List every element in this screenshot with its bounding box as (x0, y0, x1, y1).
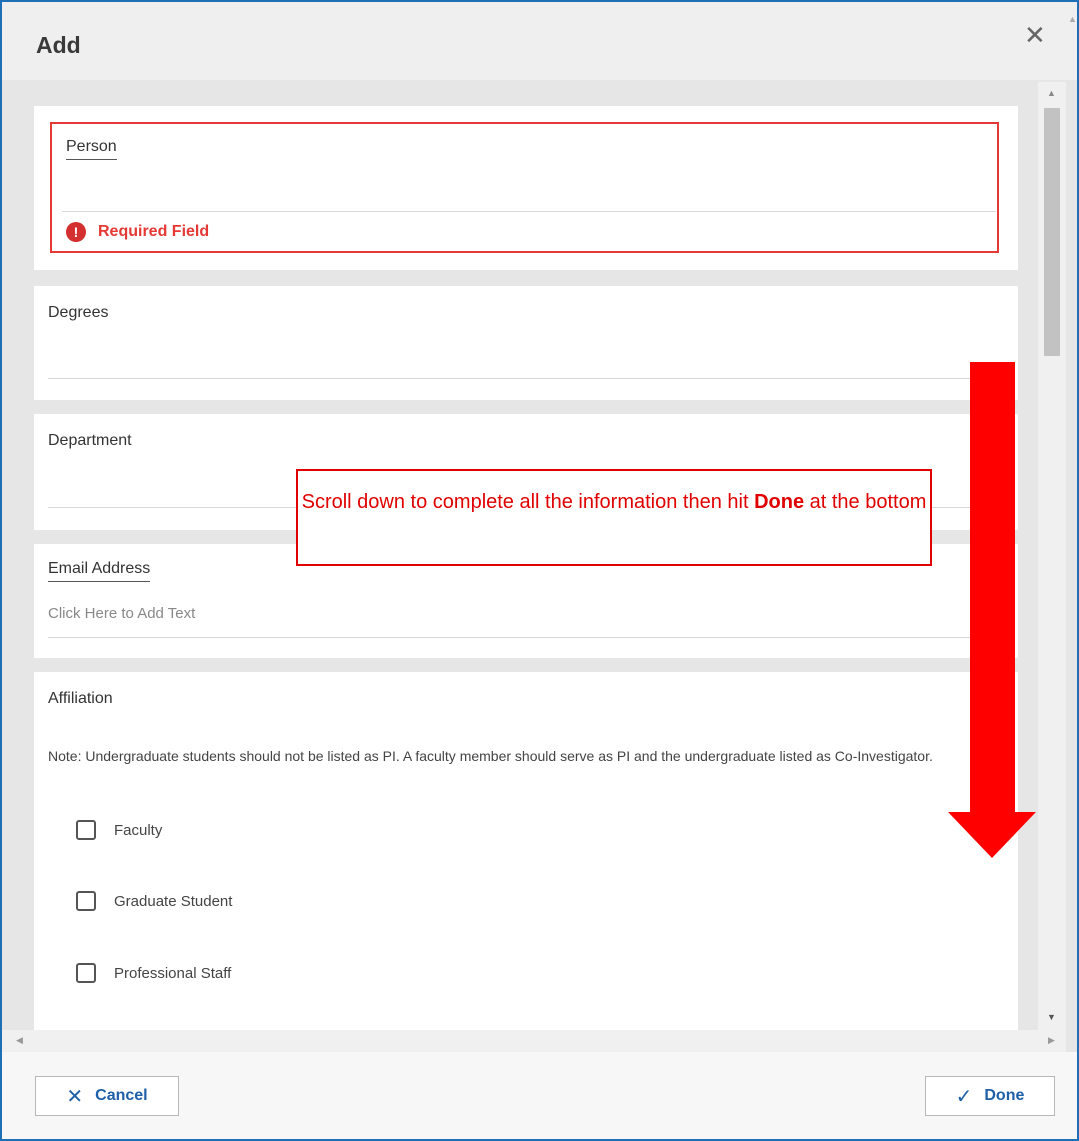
cancel-button[interactable]: ✕ Cancel (35, 1076, 179, 1116)
scroll-left-arrow-icon[interactable]: ◀ (16, 1035, 23, 1046)
required-field-message: ! Required Field (66, 222, 209, 242)
affiliation-card: Affiliation Note: Undergraduate students… (34, 672, 1018, 1030)
checkbox-graduate-student[interactable]: Graduate Student (76, 891, 232, 911)
department-label: Department (48, 432, 132, 449)
horizontal-scrollbar[interactable]: ◀ ▶ (2, 1030, 1066, 1052)
callout-text-after: at the bottom (804, 491, 927, 513)
down-arrow-annotation (970, 362, 1015, 814)
checkbox-label: Faculty (114, 821, 163, 839)
scroll-right-arrow-icon[interactable]: ▶ (1048, 1035, 1055, 1046)
down-arrow-head (948, 812, 1036, 858)
scroll-up-arrow-icon[interactable]: ▲ (1047, 88, 1056, 98)
email-label: Email Address (48, 560, 151, 582)
dialog-footer: ✕ Cancel ✓ Done (2, 1052, 1077, 1139)
callout-text-bold: Done (754, 491, 805, 513)
checkbox-label: Graduate Student (114, 892, 233, 910)
vertical-scrollbar[interactable]: ▲ ▼ (1038, 82, 1066, 1030)
exclamation-circle-icon: ! (66, 222, 86, 242)
dialog-header: Add ✕ ▲ (2, 2, 1077, 80)
degrees-label: Degrees (48, 304, 109, 321)
callout-text-before: Scroll down to complete all the informat… (301, 491, 755, 513)
scroll-up-arrow-icon[interactable]: ▲ (1068, 14, 1077, 24)
checkbox-icon[interactable] (76, 963, 96, 983)
degrees-input-line[interactable] (48, 378, 994, 379)
instruction-callout: Scroll down to complete all the informat… (296, 469, 932, 566)
required-field-text: Required Field (98, 223, 210, 240)
close-icon: ✕ (66, 1085, 84, 1108)
affiliation-label: Affiliation (48, 690, 113, 707)
email-input-line (48, 637, 994, 638)
person-card: Person ! Required Field (34, 106, 1018, 270)
done-button[interactable]: ✓ Done (925, 1076, 1055, 1116)
checkbox-icon[interactable] (76, 891, 96, 911)
checkbox-icon[interactable] (76, 820, 96, 840)
checkmark-icon: ✓ (955, 1085, 973, 1108)
scrollbar-thumb[interactable] (1044, 108, 1060, 356)
cancel-button-label: Cancel (95, 1087, 148, 1104)
degrees-card: Degrees (34, 286, 1018, 400)
scroll-down-arrow-icon[interactable]: ▼ (1047, 1012, 1056, 1022)
checkbox-label: Professional Staff (114, 964, 232, 982)
dialog-title: Add (36, 32, 81, 58)
affiliation-note: Note: Undergraduate students should not … (48, 748, 933, 764)
checkbox-faculty[interactable]: Faculty (76, 820, 162, 840)
checkbox-professional-staff[interactable]: Professional Staff (76, 963, 231, 983)
required-field-outline[interactable]: Person ! Required Field (50, 122, 999, 253)
done-button-label: Done (984, 1087, 1025, 1104)
add-dialog: Add ✕ ▲ Person ! Required Field Degrees … (0, 0, 1079, 1141)
person-label: Person (66, 138, 117, 160)
email-field[interactable]: Click Here to Add Text (48, 605, 195, 622)
person-input-line (62, 211, 996, 212)
close-icon[interactable]: ✕ (1024, 22, 1046, 48)
